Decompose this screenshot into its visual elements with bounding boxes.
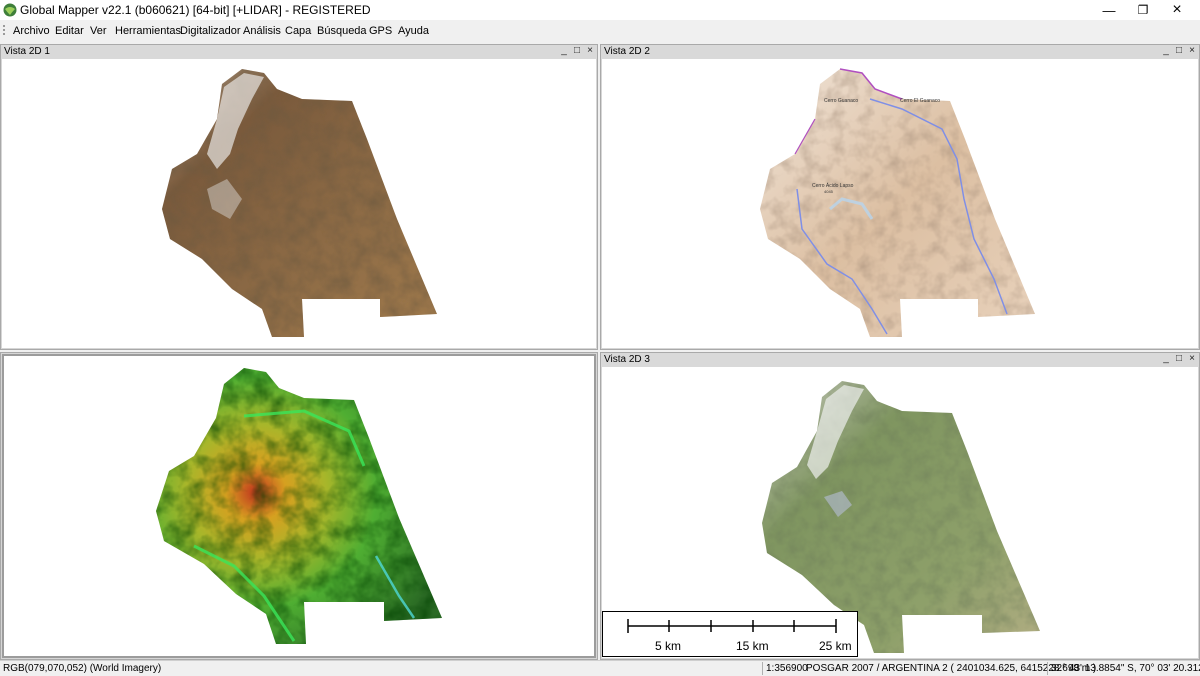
region-dem <box>156 368 442 644</box>
status-separator <box>1047 662 1048 675</box>
scale-bar: 5 km 15 km 25 km <box>602 611 858 657</box>
panel-close-button[interactable]: × <box>1187 353 1197 364</box>
panel-title: Vista 2D 3 <box>604 354 650 365</box>
status-pixel-value: RGB(079,070,052) (World Imagery) <box>3 663 162 674</box>
status-scale: 1:356900 <box>766 663 808 674</box>
map-canvas[interactable]: Cerro Guanaco Cerro El Guanaco Cerro Áci… <box>602 59 1198 348</box>
panel-minimize-button[interactable]: _ <box>559 45 569 56</box>
panel-maximize-button[interactable]: □ <box>1174 45 1184 56</box>
map-canvas[interactable] <box>2 59 596 348</box>
panel-header: Vista 2D 2 _ □ × <box>601 45 1199 59</box>
topo-map: Cerro Guanaco Cerro El Guanaco Cerro Áci… <box>760 68 1035 337</box>
window-title: Global Mapper v22.1 (b060621) [64-bit] [… <box>20 3 371 17</box>
map-label: Cerro Ácido Lapso <box>812 182 854 189</box>
menu-bar: Archivo Editar Ver Herramientas Digitali… <box>0 20 1200 42</box>
panel-close-button[interactable]: × <box>585 45 595 56</box>
menu-ayuda[interactable]: Ayuda <box>398 25 429 37</box>
panel-minimize-button[interactable]: _ <box>1161 45 1171 56</box>
imagery-map <box>162 69 437 337</box>
toolbar-grip[interactable] <box>3 25 5 37</box>
restore-icon: ❐ <box>1137 3 1149 17</box>
menu-ver[interactable]: Ver <box>90 25 107 37</box>
menu-editar[interactable]: Editar <box>55 25 84 37</box>
minimize-icon: — <box>1102 2 1116 18</box>
scale-label: 15 km <box>736 639 769 653</box>
scale-label: 25 km <box>819 639 852 653</box>
panel-header: Vista 2D 1 _ □ × <box>1 45 597 59</box>
panel-maximize-button[interactable]: □ <box>1174 353 1184 364</box>
panel-title: Vista 2D 1 <box>4 46 50 57</box>
panel-title: Vista 2D 2 <box>604 46 650 57</box>
title-bar: Global Mapper v22.1 (b060621) [64-bit] [… <box>0 0 1200 20</box>
map-view-1: Vista 2D 1 _ □ × <box>0 44 598 350</box>
restore-button[interactable]: ❐ <box>1126 0 1160 20</box>
scale-label: 5 km <box>655 639 682 653</box>
close-button[interactable]: × <box>1160 0 1194 20</box>
region-imagery <box>162 69 437 337</box>
menu-digitalizador[interactable]: Digitalizador <box>180 25 241 37</box>
region-topo: Cerro Guanaco Cerro El Guanaco Cerro Áci… <box>760 68 1035 337</box>
globe-icon <box>3 3 17 17</box>
map-canvas[interactable] <box>2 354 596 658</box>
map-label: 4045 <box>824 189 834 194</box>
map-view-active <box>0 352 598 660</box>
minimize-button[interactable]: — <box>1092 0 1126 20</box>
panel-maximize-button[interactable]: □ <box>572 45 582 56</box>
menu-gps[interactable]: GPS <box>369 25 392 37</box>
panel-header: Vista 2D 3 _ □ × <box>601 353 1199 367</box>
map-view-2: Vista 2D 2 _ □ × Cerro Guanaco Cerro El … <box>600 44 1200 350</box>
close-icon: × <box>1172 1 1182 18</box>
status-separator <box>762 662 763 675</box>
map-label: Cerro Guanaco <box>824 98 858 104</box>
status-bar: RGB(079,070,052) (World Imagery) 1:35690… <box>0 660 1200 676</box>
dem-map <box>156 368 442 644</box>
panel-minimize-button[interactable]: _ <box>1161 353 1171 364</box>
status-coordinates: 32° 43' 13.8854" S, 70° 03' 20.3128" W <box>1051 663 1200 674</box>
panel-close-button[interactable]: × <box>1187 45 1197 56</box>
menu-herramientas[interactable]: Herramientas <box>115 25 181 37</box>
menu-analisis[interactable]: Análisis <box>243 25 281 37</box>
menu-busqueda[interactable]: Búsqueda <box>317 25 367 37</box>
menu-capa[interactable]: Capa <box>285 25 311 37</box>
map-label: Cerro El Guanaco <box>900 98 940 104</box>
menu-archivo[interactable]: Archivo <box>13 25 50 37</box>
